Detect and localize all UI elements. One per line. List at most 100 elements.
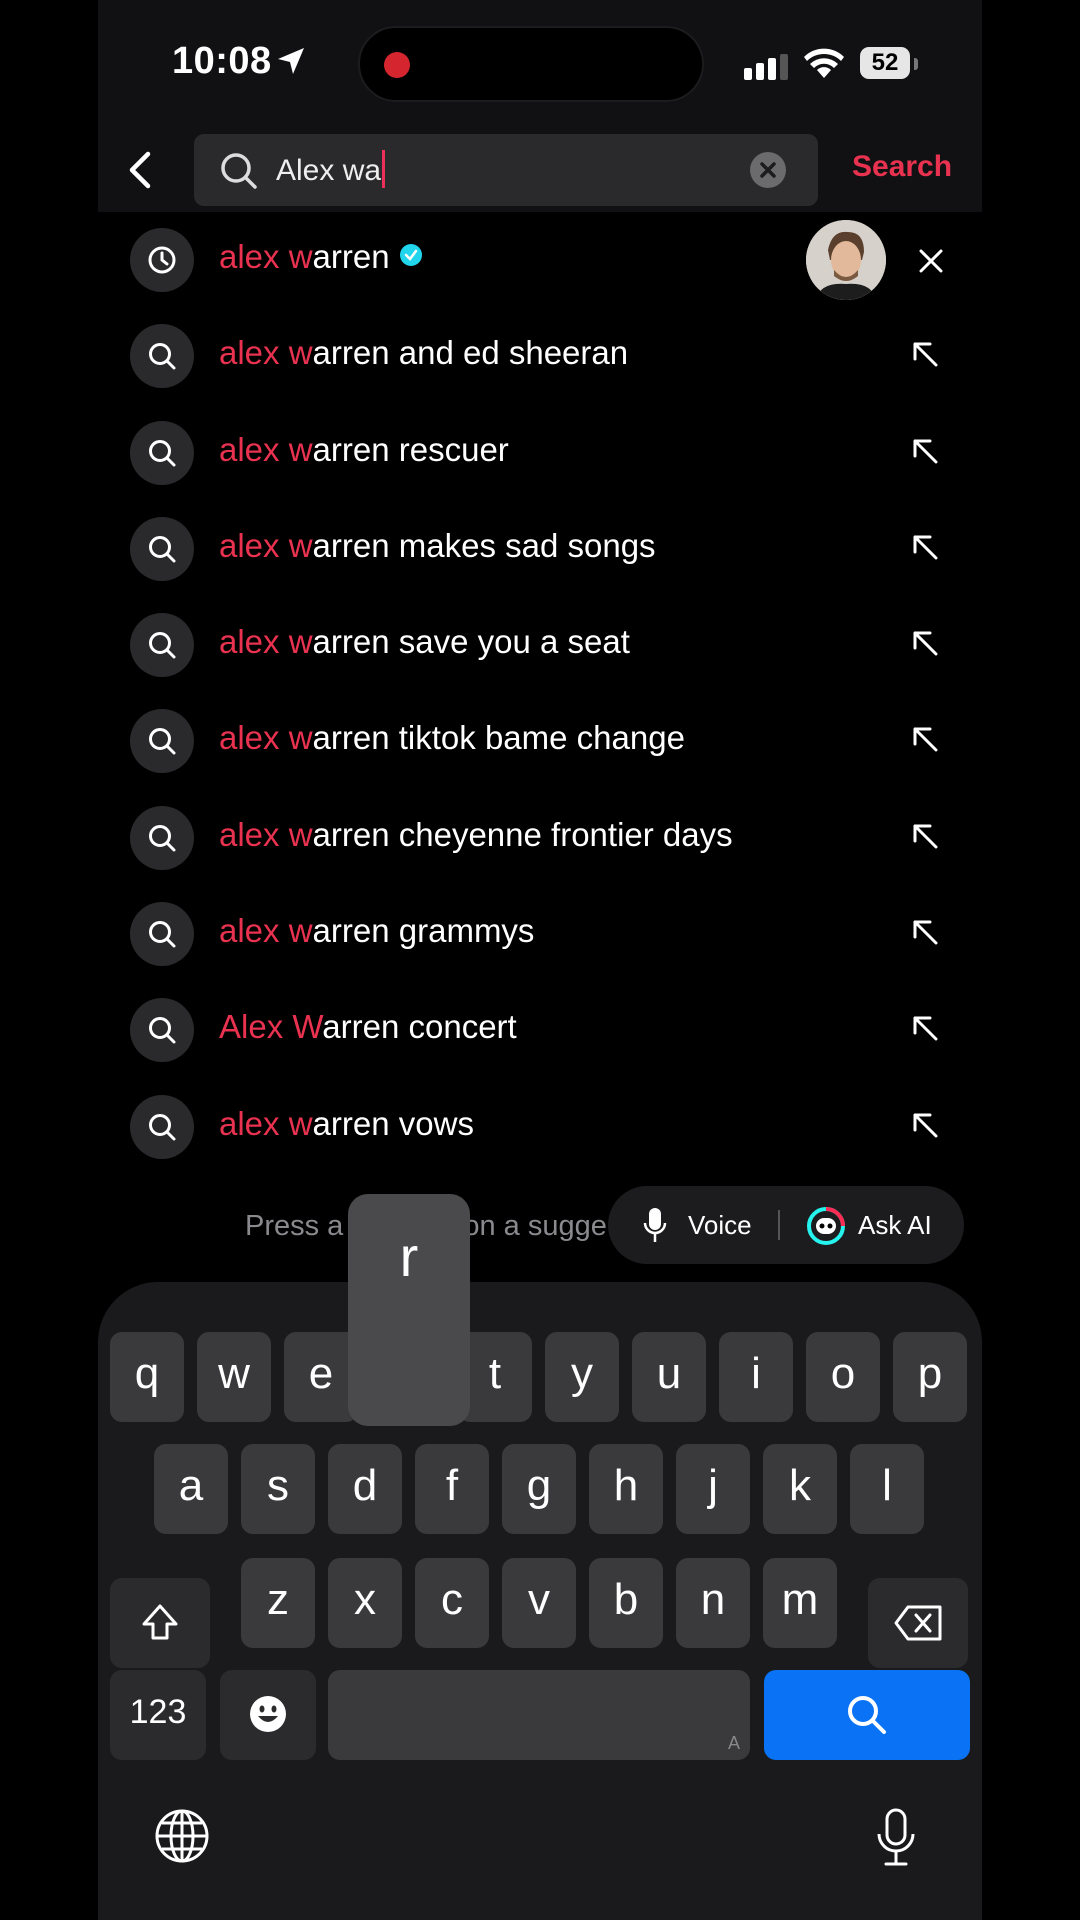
- fill-query-button[interactable]: [910, 1110, 940, 1145]
- suggestion-match-highlight: alex w: [219, 815, 313, 853]
- search-icon-badge: [130, 1094, 194, 1159]
- suggestion-text[interactable]: alex warren tiktok bame change: [219, 719, 685, 757]
- key-q[interactable]: q: [110, 1332, 184, 1422]
- suggestion-match-highlight: alex w: [219, 1104, 313, 1142]
- suggestion-rest: arren makes sad songs: [312, 526, 656, 564]
- search-icon: [221, 153, 257, 189]
- fill-query-button[interactable]: [910, 628, 940, 663]
- keyboard-search-key[interactable]: [764, 1670, 970, 1760]
- fill-query-button[interactable]: [910, 1013, 940, 1048]
- key-m[interactable]: m: [763, 1558, 837, 1648]
- shift-key[interactable]: [110, 1578, 210, 1668]
- fill-arrow-icon: [913, 727, 938, 752]
- search-icon: [149, 439, 176, 467]
- key-z[interactable]: z: [241, 1558, 315, 1648]
- suggestion-row[interactable]: alex warren and ed sheeran: [98, 308, 982, 404]
- search-query-text[interactable]: Alex wa: [276, 150, 386, 188]
- suggestion-text[interactable]: alex warren rescuer: [219, 431, 509, 469]
- suggestion-row[interactable]: alex warren tiktok bame change: [98, 693, 982, 789]
- suggestion-text[interactable]: alex warren makes sad songs: [219, 527, 656, 565]
- space-key[interactable]: A: [328, 1670, 750, 1760]
- suggestion-row[interactable]: alex warren save you a seat: [98, 597, 982, 693]
- emoji-icon: [250, 1696, 286, 1732]
- key-o[interactable]: o: [806, 1332, 880, 1422]
- avatar[interactable]: [806, 220, 886, 300]
- key-a[interactable]: a: [154, 1444, 228, 1534]
- suggestion-row[interactable]: alex warren vows: [98, 1079, 982, 1175]
- key-e[interactable]: e: [284, 1332, 358, 1422]
- key-n[interactable]: n: [676, 1558, 750, 1648]
- search-header: Alex wa Search: [98, 124, 982, 212]
- fill-query-button[interactable]: [910, 436, 940, 471]
- suggestion-text[interactable]: alex warren save you a seat: [219, 623, 630, 661]
- key-g[interactable]: g: [502, 1444, 576, 1534]
- suggestion-row[interactable]: alex warren cheyenne frontier days: [98, 790, 982, 886]
- key-popup: r: [348, 1194, 470, 1426]
- fill-query-button[interactable]: [910, 724, 940, 759]
- fill-arrow-icon: [913, 535, 938, 560]
- key-i[interactable]: i: [719, 1332, 793, 1422]
- fill-query-button[interactable]: [910, 532, 940, 567]
- cellular-signal-icon: [744, 54, 788, 80]
- suggestion-text[interactable]: alex warren grammys: [219, 912, 534, 950]
- key-h[interactable]: h: [589, 1444, 663, 1534]
- fill-query-button[interactable]: [910, 339, 940, 374]
- key-l[interactable]: l: [850, 1444, 924, 1534]
- suggestion-text[interactable]: alex warren and ed sheeran: [219, 334, 628, 372]
- key-k[interactable]: k: [763, 1444, 837, 1534]
- suggestion-row[interactable]: alex warren grammys: [98, 886, 982, 982]
- hint-text-start: Press a: [245, 1210, 344, 1242]
- search-icon: [848, 1696, 886, 1734]
- text-cursor: [382, 150, 386, 188]
- suggestion-row[interactable]: alex warren makes sad songs: [98, 501, 982, 597]
- back-chevron-icon[interactable]: [118, 146, 166, 194]
- key-f[interactable]: f: [415, 1444, 489, 1534]
- fill-query-button[interactable]: [910, 917, 940, 952]
- suggestion-text[interactable]: alex warren: [219, 238, 422, 276]
- key-v[interactable]: v: [502, 1558, 576, 1648]
- search-icon: [149, 921, 176, 948]
- history-icon-badge: [130, 228, 194, 292]
- emoji-key[interactable]: [220, 1670, 316, 1760]
- microphone-icon[interactable]: [642, 1208, 668, 1244]
- key-y[interactable]: y: [545, 1332, 619, 1422]
- numbers-key[interactable]: 123: [110, 1670, 206, 1760]
- suggestion-row[interactable]: Alex Warren concert: [98, 982, 982, 1078]
- ask-ai-icon[interactable]: [806, 1206, 846, 1246]
- globe-icon[interactable]: [154, 1808, 210, 1864]
- key-popup-letter: r: [399, 1225, 419, 1288]
- voice-button[interactable]: Voice: [688, 1210, 752, 1241]
- suggestion-text[interactable]: Alex Warren concert: [219, 1008, 517, 1046]
- key-u[interactable]: u: [632, 1332, 706, 1422]
- shift-icon: [142, 1604, 178, 1640]
- suggestion-text[interactable]: alex warren vows: [219, 1105, 474, 1143]
- search-icon: [149, 1017, 176, 1044]
- search-icon-badge: [130, 998, 194, 1063]
- suggestion-rest: arren cheyenne frontier days: [312, 815, 733, 853]
- clear-search-button[interactable]: [750, 152, 786, 188]
- fill-query-button[interactable]: [910, 821, 940, 856]
- key-s[interactable]: s: [241, 1444, 315, 1534]
- search-submit-button[interactable]: Search: [852, 150, 952, 184]
- key-w[interactable]: w: [197, 1332, 271, 1422]
- delete-key[interactable]: [868, 1578, 968, 1668]
- key-b[interactable]: b: [589, 1558, 663, 1648]
- search-icon-badge: [130, 324, 194, 389]
- key-p[interactable]: p: [893, 1332, 967, 1422]
- suggestion-match-highlight: alex w: [219, 526, 313, 564]
- remove-history-button[interactable]: [918, 248, 944, 279]
- suggestion-row[interactable]: alex warren: [98, 212, 982, 308]
- key-x[interactable]: x: [328, 1558, 402, 1648]
- dictation-microphone-icon[interactable]: [876, 1808, 916, 1868]
- search-input[interactable]: Alex wa: [194, 134, 818, 206]
- voice-ai-pill: Voice Ask AI: [608, 1186, 964, 1264]
- suggestion-text[interactable]: alex warren cheyenne frontier days: [219, 816, 733, 854]
- key-j[interactable]: j: [676, 1444, 750, 1534]
- suggestion-row[interactable]: alex warren rescuer: [98, 405, 982, 501]
- key-c[interactable]: c: [415, 1558, 489, 1648]
- ask-ai-button[interactable]: Ask AI: [858, 1210, 932, 1241]
- fill-arrow-icon: [913, 439, 938, 464]
- suggestion-rest: arren and ed sheeran: [312, 334, 629, 372]
- suggestion-match-highlight: alex w: [219, 719, 313, 757]
- key-d[interactable]: d: [328, 1444, 402, 1534]
